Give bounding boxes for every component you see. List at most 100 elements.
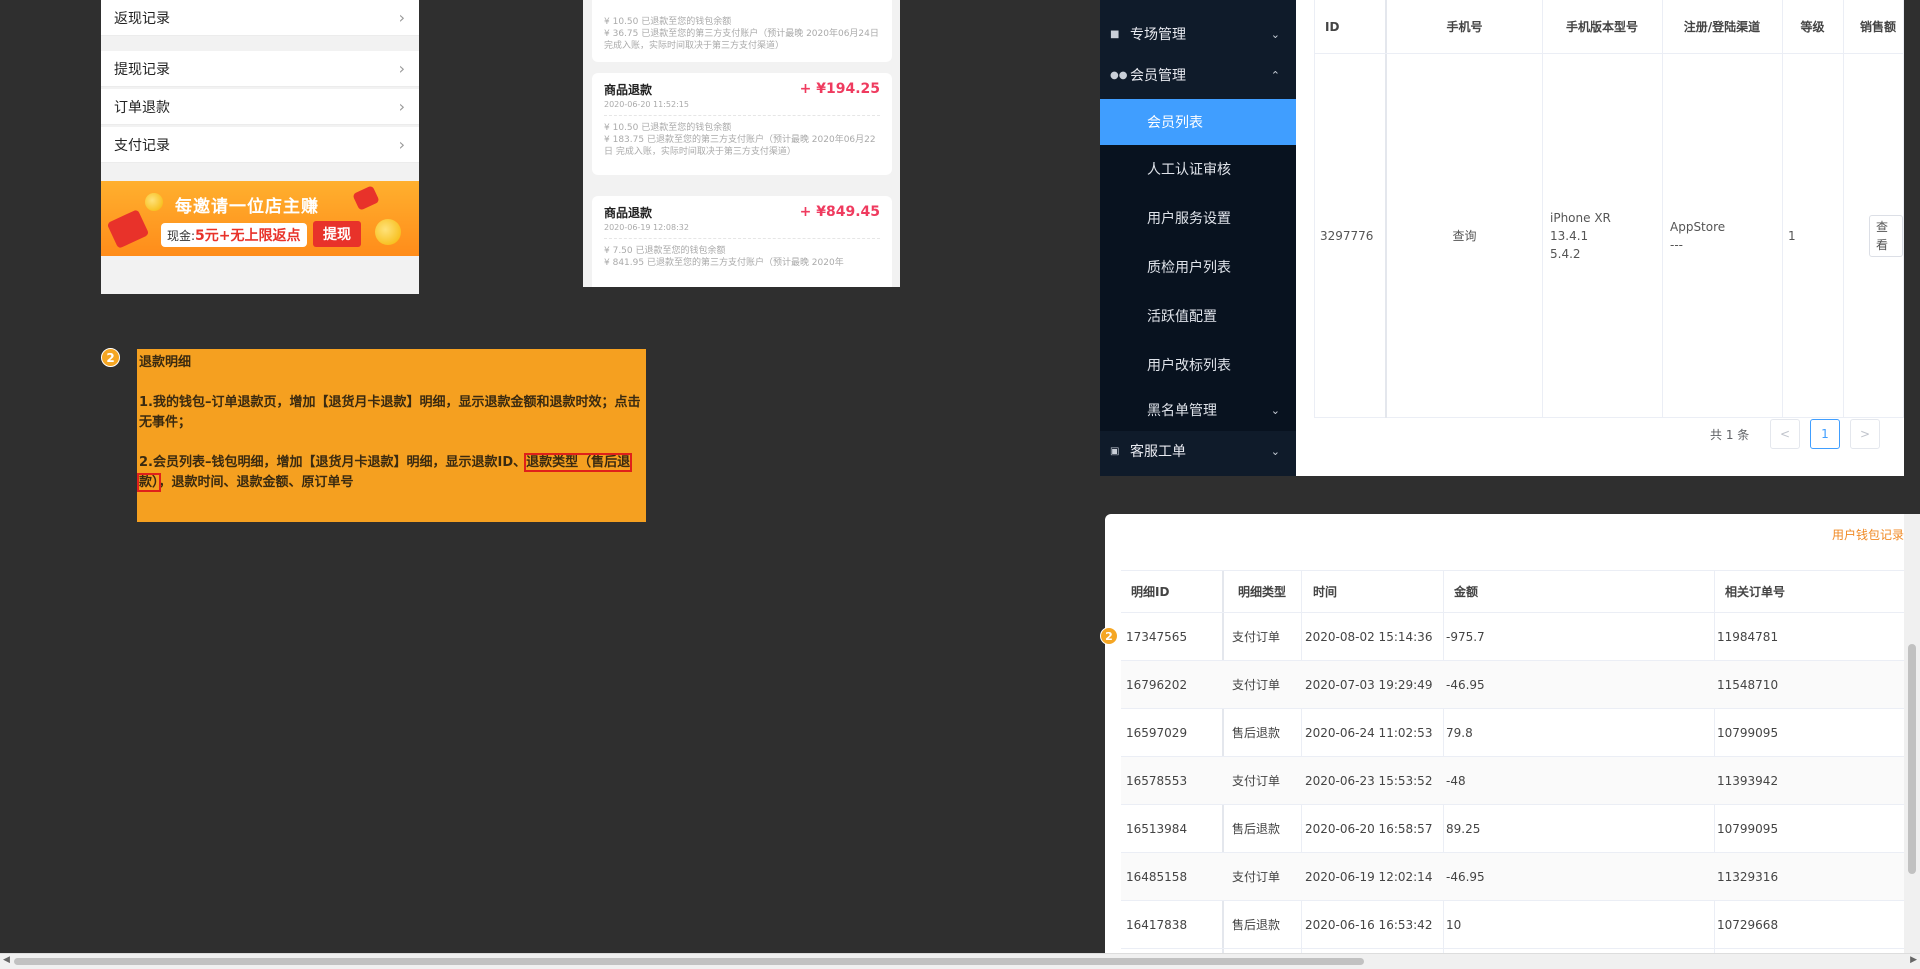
column-header-device: 手机版本型号 [1542, 0, 1662, 54]
pagination-next-button[interactable]: > [1850, 419, 1880, 449]
scrollbar-thumb[interactable] [1908, 644, 1916, 874]
invite-promo-banner[interactable]: 每邀请一位店主赚 现金:5元+无上限返点 提现 [101, 181, 419, 256]
refund-card: ¥ 10.50 已退款至您的钱包余额 ¥ 36.75 已退款至您的第三方支付账户… [592, 0, 892, 62]
cell-detail-id: 16513984 [1126, 821, 1188, 836]
chevron-right-icon: › [398, 97, 405, 116]
sidebar-group-label: 专场管理 [1130, 27, 1186, 43]
cell-detail-id: 16485158 [1126, 869, 1188, 884]
sidebar-item-activity-config[interactable]: 活跃值配置 [1100, 291, 1296, 340]
cell-amount: -46.95 [1446, 677, 1485, 692]
refund-note: ¥ 7.50 已退款至您的钱包余额 [604, 246, 726, 256]
sidebar-item-qc-users[interactable]: 质检用户列表 [1100, 242, 1296, 291]
column-header-phone: 手机号 [1387, 0, 1542, 54]
refund-note: ¥ 10.50 已退款至您的钱包余额 [604, 123, 732, 133]
divider [604, 115, 880, 116]
menu-item-order-refunds[interactable]: 订单退款 › [101, 89, 419, 125]
scroll-right-arrow-icon[interactable]: ▶ [1910, 955, 1917, 965]
cell-amount: 79.8 [1446, 725, 1473, 740]
sidebar-group-special[interactable]: ■ 专场管理 ⌄ [1100, 14, 1296, 54]
cell-order-no: 11393942 [1717, 773, 1779, 788]
column-header-detail-id: 明细ID [1131, 585, 1170, 599]
table-row: 16796202 支付订单 2020-07-03 19:29:49 -46.95… [1121, 661, 1904, 709]
wallet-records-link[interactable]: 用户钱包记录 [1832, 526, 1904, 543]
column-divider [1662, 0, 1663, 418]
chevron-right-icon: › [398, 59, 405, 78]
view-button[interactable]: 查看 [1869, 215, 1903, 257]
column-header-detail-type: 明细类型 [1238, 585, 1287, 599]
column-divider [1542, 0, 1543, 418]
cell-time: 2020-07-03 19:29:49 [1305, 677, 1433, 692]
table-row: 16578553 支付订单 2020-06-23 15:53:52 -48 11… [1121, 757, 1904, 805]
menu-item-label: 提现记录 [114, 61, 170, 78]
login-channel: --- [1670, 238, 1683, 252]
phone-query-link[interactable]: 查询 [1387, 54, 1542, 418]
scroll-left-arrow-icon[interactable]: ◀ [3, 955, 10, 965]
promo-cash-prefix: 现金: [167, 229, 196, 243]
chevron-right-icon: › [398, 135, 405, 154]
device-os: 13.4.1 [1550, 229, 1589, 243]
column-divider [1782, 0, 1783, 418]
sidebar-item-blacklist[interactable]: 黑名单管理 ⌄ [1100, 389, 1296, 431]
column-header-order-no: 相关订单号 [1725, 585, 1786, 599]
annotation-note: 退款明细 1.我的钱包–订单退款页，增加【退货月卡退款】明细，显示退款金额和退款… [136, 349, 646, 522]
cell-time: 2020-06-20 16:58:57 [1305, 821, 1433, 836]
modal-vertical-scrollbar[interactable] [1904, 514, 1920, 954]
divider [604, 238, 880, 239]
page-horizontal-scrollbar[interactable]: ◀ ▶ [0, 953, 1920, 969]
coin-icon [375, 219, 401, 245]
refund-date: 2020-06-20 11:52:15 [604, 100, 689, 109]
chevron-down-icon: ⌄ [1270, 403, 1280, 417]
menu-item-label: 订单退款 [114, 99, 170, 116]
cell-detail-id: 16597029 [1126, 725, 1188, 740]
annotation-title: 退款明细 [139, 355, 192, 370]
member-list-main: ID 手机号 手机版本型号 注册/登陆渠道 等级 销售额 3297776 查询 … [1296, 0, 1904, 476]
pagination-page-1[interactable]: 1 [1810, 419, 1840, 449]
cell-order-no: 10729668 [1717, 917, 1779, 932]
wallet-records-modal: 用户钱包记录 明细ID 明细类型 时间 金额 相关订单号 17347565 支付… [1105, 514, 1904, 954]
menu-item-payment-records[interactable]: 支付记录 › [101, 127, 419, 163]
menu-item-label: 返现记录 [114, 10, 170, 27]
list-icon: ■ [1110, 28, 1120, 40]
menu-item-withdraw-records[interactable]: 提现记录 › [101, 51, 419, 87]
promo-title: 每邀请一位店主赚 [175, 197, 319, 217]
table-row: 16597029 售后退款 2020-06-24 11:02:53 79.8 1… [1121, 709, 1904, 757]
column-header-time: 时间 [1313, 585, 1338, 599]
register-channel: AppStore [1670, 220, 1726, 234]
sidebar-group-tickets[interactable]: ▣ 客服工单 ⌄ [1100, 431, 1296, 471]
menu-item-cashback-records[interactable]: 返现记录 › [101, 0, 419, 36]
annotation-text: 2.会员列表–钱包明细，增加【退货月卡退款】明细，显示退款ID、 [139, 455, 527, 470]
refund-note: ¥ 36.75 已退款至您的第三方支付账户（预计最晚 2020年06月24日 完… [604, 29, 879, 51]
pagination-prev-button[interactable]: < [1770, 419, 1800, 449]
table-row: 16485158 支付订单 2020-06-19 12:02:14 -46.95… [1121, 853, 1904, 901]
column-header-level: 等级 [1782, 0, 1843, 54]
sidebar-item-member-list[interactable]: 会员列表 [1100, 99, 1296, 145]
cell-order-no: 11984781 [1717, 629, 1779, 644]
sidebar-group-members[interactable]: ●● 会员管理 ⌃ [1100, 55, 1296, 95]
cell-action: 查看 [1869, 54, 1903, 418]
withdraw-button[interactable]: 提现 [313, 221, 361, 247]
menu-item-label: 支付记录 [114, 137, 170, 154]
sidebar-item-service-settings[interactable]: 用户服务设置 [1100, 193, 1296, 242]
cell-order-no: 10799095 [1717, 725, 1779, 740]
wallet-menu-screen: 返现记录 › 提现记录 › 订单退款 › 支付记录 › 每邀请一位店主赚 现金:… [101, 0, 419, 294]
table-row: 16513984 售后退款 2020-06-20 16:58:57 89.25 … [1121, 805, 1904, 853]
refund-note: ¥ 841.95 已退款至您的第三方支付账户（预计最晚 2020年 [604, 258, 844, 268]
column-header-sales: 销售额 [1860, 0, 1897, 54]
refund-card: 商品退款 + ¥194.25 2020-06-20 11:52:15 ¥ 10.… [592, 73, 892, 175]
cell-level: 1 [1788, 229, 1796, 243]
cell-member-id: 3297776 [1320, 229, 1374, 243]
sidebar-item-manual-verify[interactable]: 人工认证审核 [1100, 145, 1296, 193]
cell-time: 2020-06-24 11:02:53 [1305, 725, 1433, 740]
scrollbar-thumb[interactable] [14, 958, 1364, 965]
red-packet-icon [106, 209, 150, 249]
sidebar-item-tag-change[interactable]: 用户改标列表 [1100, 340, 1296, 389]
cell-amount: -46.95 [1446, 869, 1485, 884]
cell-detail-type: 售后退款 [1232, 918, 1281, 932]
cell-detail-type: 支付订单 [1232, 630, 1281, 644]
member-table: ID 手机号 手机版本型号 注册/登陆渠道 等级 销售额 3297776 查询 … [1314, 0, 1904, 418]
cell-detail-id: 16578553 [1126, 773, 1188, 788]
order-refund-screen: ¥ 10.50 已退款至您的钱包余额 ¥ 36.75 已退款至您的第三方支付账户… [583, 0, 900, 287]
column-header-id: ID [1325, 0, 1340, 54]
chevron-right-icon: › [398, 8, 405, 27]
cell-detail-type: 支付订单 [1232, 774, 1281, 788]
